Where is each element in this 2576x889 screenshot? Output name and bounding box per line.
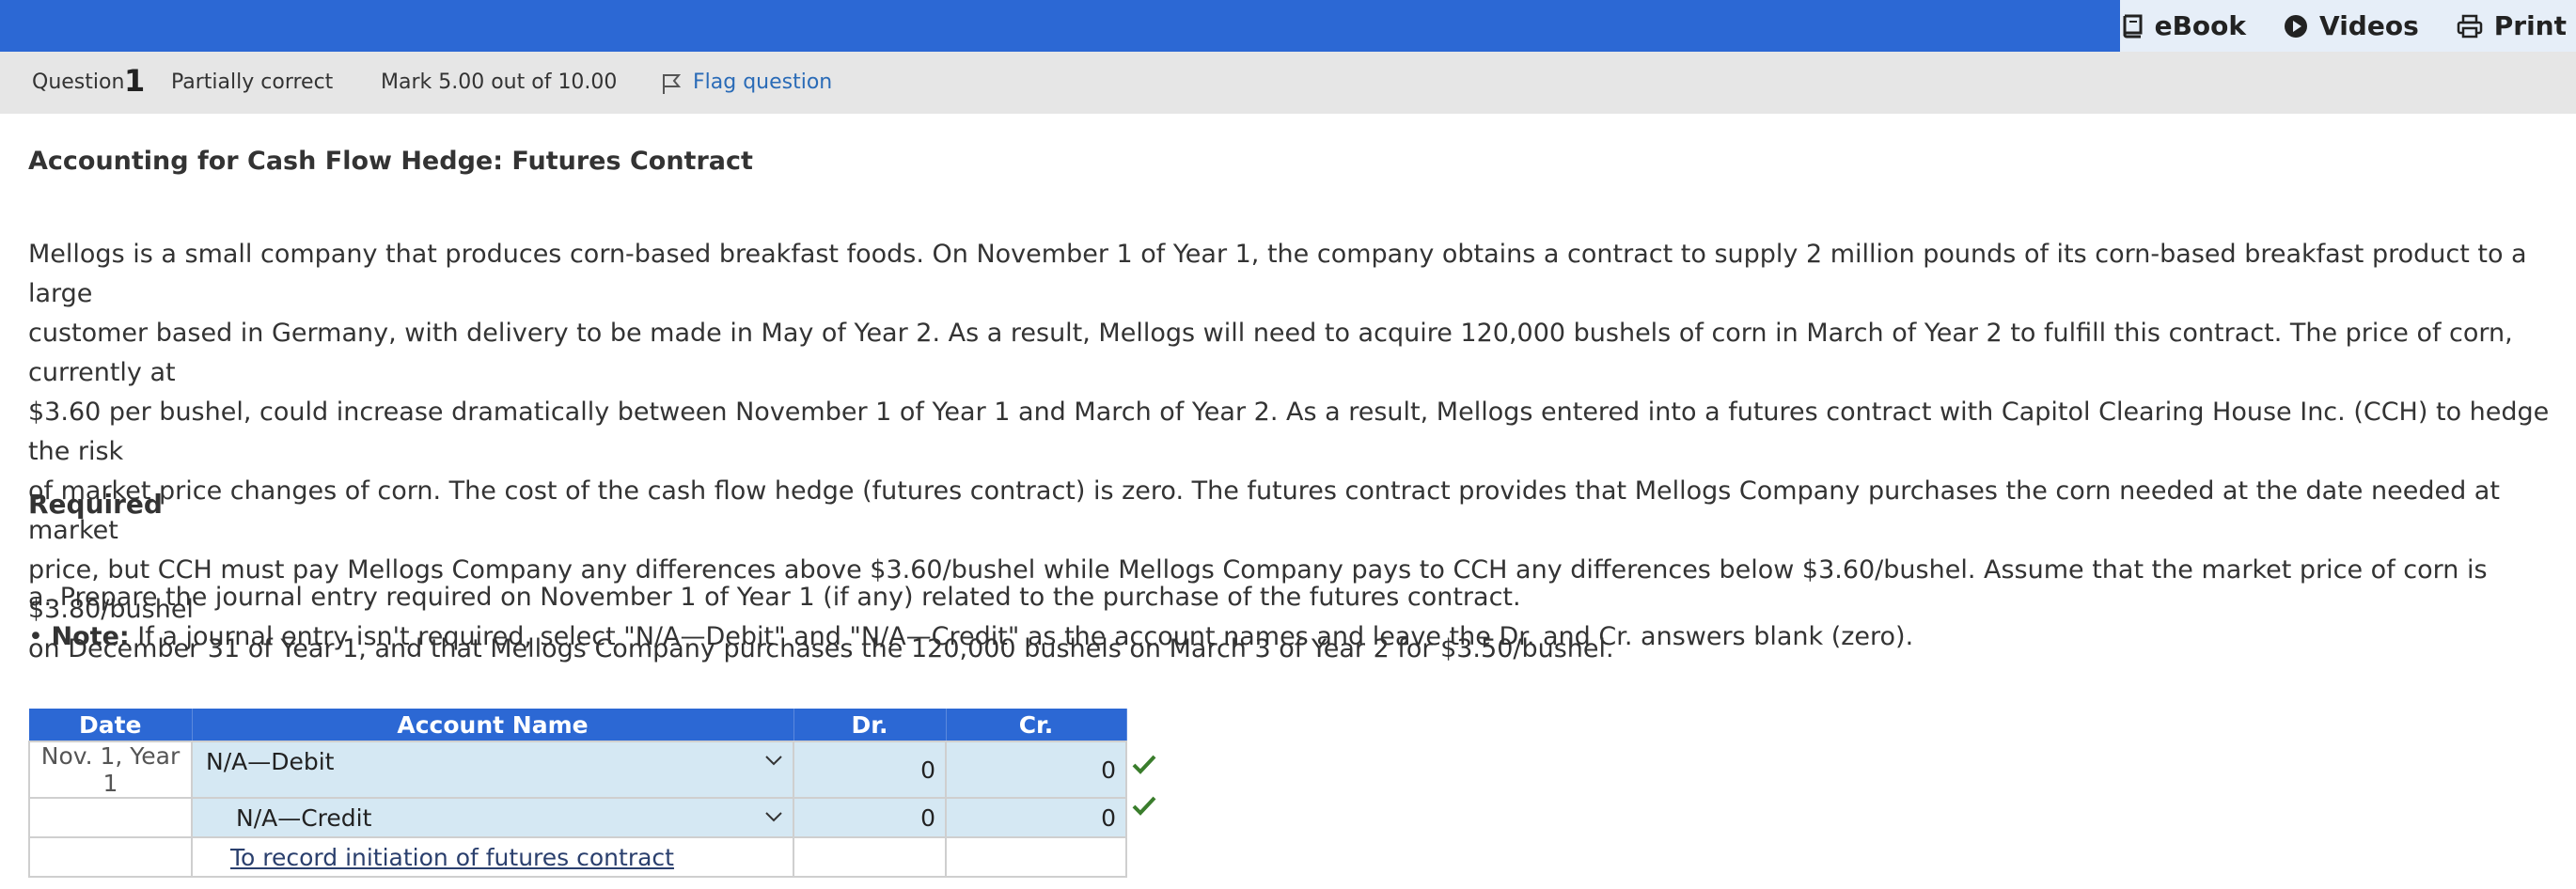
debit-header: Dr. xyxy=(793,709,947,741)
journal-entry-table: Date Account Name Dr. Cr. Nov. 1, Year 1… xyxy=(28,709,1127,878)
table-row: Nov. 1, Year 1 N/A—Debit 0 0 xyxy=(28,741,1127,799)
videos-label: Videos xyxy=(2319,10,2419,41)
ebook-label: eBook xyxy=(2154,10,2247,41)
ebook-button[interactable]: eBook xyxy=(2121,10,2246,41)
memo-link[interactable]: To record initiation of futures contract xyxy=(230,844,674,871)
top-header-bar: eBook Videos Print xyxy=(0,0,2576,52)
question-info-bar: Question 1 Partially correct Mark 5.00 o… xyxy=(0,52,2576,114)
question-title: Accounting for Cash Flow Hedge: Futures … xyxy=(28,147,753,176)
play-circle-icon xyxy=(2285,14,2308,38)
account-name-header: Account Name xyxy=(192,709,794,741)
chevron-down-icon xyxy=(765,812,782,822)
task-instructions: a. Prepare the journal entry required on… xyxy=(28,578,1913,657)
credit-header: Cr. xyxy=(946,709,1127,741)
flag-question-link[interactable]: Flag question xyxy=(693,70,832,94)
debit-input[interactable]: 0 xyxy=(793,741,947,799)
table-row: To record initiation of futures contract xyxy=(28,836,1127,878)
check-icon xyxy=(1132,755,1156,774)
flag-icon[interactable] xyxy=(662,72,681,95)
debit-cell xyxy=(793,836,947,878)
print-button[interactable]: Print xyxy=(2457,10,2567,41)
required-heading: Required xyxy=(28,489,163,520)
credit-input[interactable]: 0 xyxy=(945,797,1127,838)
book-icon xyxy=(2123,14,2143,38)
printer-icon xyxy=(2457,14,2482,38)
videos-button[interactable]: Videos xyxy=(2284,10,2419,41)
credit-input[interactable]: 0 xyxy=(945,741,1127,799)
date-header: Date xyxy=(29,709,193,741)
note-line: • Note: If a journal entry isn't require… xyxy=(28,617,1913,657)
account-select[interactable]: N/A—Debit xyxy=(191,741,794,799)
check-icon xyxy=(1132,796,1156,816)
note-bullet: • xyxy=(28,622,43,651)
date-cell xyxy=(28,797,193,838)
resource-toolbar: eBook Videos Print xyxy=(2120,0,2576,52)
account-select-value: N/A—Debit xyxy=(206,748,335,775)
memo-cell: To record initiation of futures contract xyxy=(191,836,794,878)
question-number: 1 xyxy=(124,63,146,99)
note-label: Note: xyxy=(51,622,130,651)
question-word: Question xyxy=(32,70,125,94)
note-text: If a journal entry isn't required, selec… xyxy=(129,622,1914,651)
date-cell xyxy=(28,836,193,878)
table-row: N/A—Credit 0 0 xyxy=(28,797,1127,838)
table-header-row: Date Account Name Dr. Cr. xyxy=(29,709,1127,741)
chevron-down-icon xyxy=(765,756,782,766)
credit-cell xyxy=(945,836,1127,878)
task-line: a. Prepare the journal entry required on… xyxy=(28,583,1521,612)
question-mark: Mark 5.00 out of 10.00 xyxy=(381,70,618,94)
date-cell: Nov. 1, Year 1 xyxy=(28,741,193,799)
grading-status: Partially correct xyxy=(171,70,334,94)
debit-input[interactable]: 0 xyxy=(793,797,947,838)
account-select-value: N/A—Credit xyxy=(236,804,372,832)
print-label: Print xyxy=(2493,10,2567,41)
account-select[interactable]: N/A—Credit xyxy=(191,797,794,838)
